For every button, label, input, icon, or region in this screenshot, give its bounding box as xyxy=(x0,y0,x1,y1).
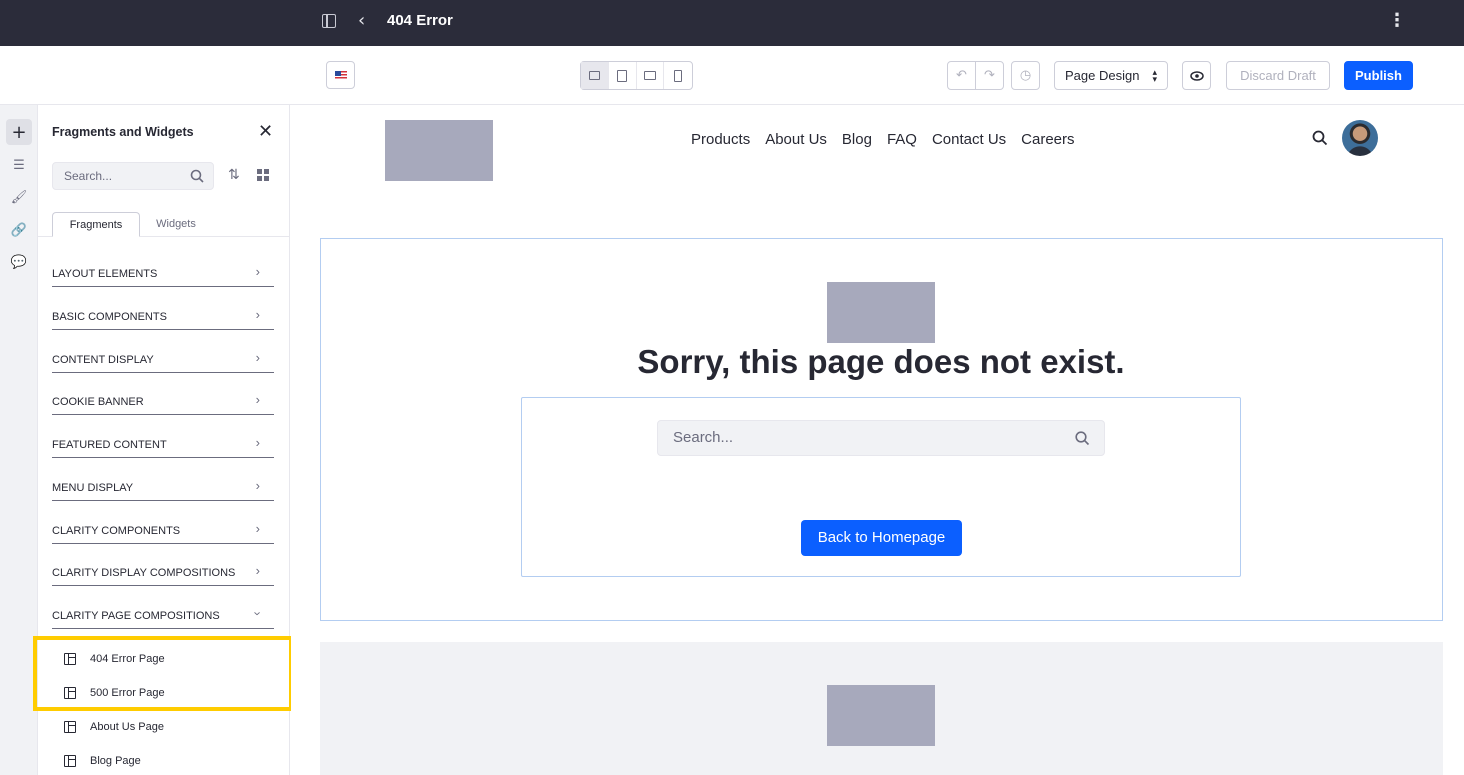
category-content-display[interactable]: CONTENT DISPLAY › xyxy=(52,330,274,373)
category-basic-components[interactable]: BASIC COMPONENTS › xyxy=(52,287,274,330)
sort-icon[interactable]: ⇅ xyxy=(228,167,240,183)
category-clarity-page-compositions[interactable]: CLARITY PAGE COMPOSITIONS › xyxy=(52,586,274,629)
tablet-device-button[interactable] xyxy=(609,62,637,89)
chevron-down-icon: › xyxy=(250,611,266,616)
publish-button[interactable]: Publish xyxy=(1344,61,1413,90)
category-label: FEATURED CONTENT xyxy=(52,439,167,451)
chevron-right-icon: › xyxy=(255,478,260,493)
nav-careers[interactable]: Careers xyxy=(1021,131,1074,148)
page-template-icon xyxy=(64,721,76,733)
comments-icon[interactable]: 💬 xyxy=(6,249,32,275)
page-design-options-icon[interactable]: 🖌 xyxy=(6,184,32,210)
page-template-icon xyxy=(64,755,76,767)
nav-contact-us[interactable]: Contact Us xyxy=(932,131,1006,148)
search-icon[interactable] xyxy=(1075,431,1090,446)
category-clarity-components[interactable]: CLARITY COMPONENTS › xyxy=(52,501,274,544)
page-design-label: Page Design xyxy=(1065,68,1140,83)
more-options-icon[interactable]: ⋮ xyxy=(1388,12,1406,30)
add-fragments-icon[interactable]: + xyxy=(6,119,32,145)
grid-view-icon[interactable] xyxy=(257,169,269,181)
select-caret-icon: ▴ ▾ xyxy=(1152,66,1157,84)
search-icon[interactable] xyxy=(1312,130,1328,146)
error-title: Sorry, this page does not exist. xyxy=(637,343,1125,380)
portrait-phone-icon xyxy=(674,69,683,82)
chevron-right-icon: › xyxy=(255,563,260,578)
redo-button[interactable]: ↷ xyxy=(975,61,1004,90)
category-label: COOKIE BANNER xyxy=(52,396,144,408)
redo-icon: ↷ xyxy=(984,68,995,83)
landscape-device-button[interactable] xyxy=(637,62,665,89)
list-item-label: Blog Page xyxy=(90,755,141,767)
category-label: CLARITY COMPONENTS xyxy=(52,525,181,537)
site-search-input[interactable]: Search... xyxy=(657,420,1105,456)
category-menu-display[interactable]: MENU DISPLAY › xyxy=(52,458,274,501)
panel-tabs: Fragments Widgets xyxy=(38,212,290,237)
undo-icon: ↶ xyxy=(956,68,967,83)
tab-widgets[interactable]: Widgets xyxy=(142,212,210,237)
page-structure-icon[interactable]: ☰ xyxy=(6,152,32,178)
chevron-right-icon: › xyxy=(255,264,260,279)
back-to-homepage-button[interactable]: Back to Homepage xyxy=(801,520,962,556)
chevron-right-icon: › xyxy=(255,521,260,536)
avatar[interactable] xyxy=(1342,120,1378,156)
category-layout-elements[interactable]: LAYOUT ELEMENTS › xyxy=(52,244,274,287)
top-bar: ‹ 404 Error ⋮ xyxy=(0,0,1464,46)
highlight-box xyxy=(33,636,293,711)
nav-faq[interactable]: FAQ xyxy=(887,131,917,148)
nav-about-us[interactable]: About Us xyxy=(765,131,827,148)
desktop-icon xyxy=(588,71,600,80)
history-button[interactable]: ◷ xyxy=(1011,61,1040,90)
back-icon[interactable]: ‹ xyxy=(358,11,365,31)
landscape-phone-icon xyxy=(643,71,656,80)
language-selector[interactable] xyxy=(326,61,355,89)
site-nav: Products About Us Blog FAQ Contact Us Ca… xyxy=(691,131,1075,148)
page-title: 404 Error xyxy=(387,12,453,29)
chevron-right-icon: › xyxy=(255,392,260,407)
footer-image xyxy=(827,685,935,746)
mapping-icon[interactable]: 🔗 xyxy=(6,217,32,243)
discard-draft-button[interactable]: Discard Draft xyxy=(1226,61,1330,90)
category-label: CLARITY PAGE COMPOSITIONS xyxy=(52,610,220,622)
category-label: BASIC COMPONENTS xyxy=(52,311,167,323)
chevron-right-icon: › xyxy=(255,435,260,450)
chevron-right-icon: › xyxy=(255,307,260,322)
us-flag-icon xyxy=(335,71,347,80)
eye-icon xyxy=(1189,70,1204,81)
category-label: CLARITY DISPLAY COMPOSITIONS xyxy=(52,567,236,579)
desktop-device-button[interactable] xyxy=(581,62,609,89)
page-canvas: Products About Us Blog FAQ Contact Us Ca… xyxy=(291,105,1464,775)
nav-products[interactable]: Products xyxy=(691,131,750,148)
category-label: CONTENT DISPLAY xyxy=(52,354,154,366)
category-clarity-display-compositions[interactable]: CLARITY DISPLAY COMPOSITIONS › xyxy=(52,543,274,586)
history-icon: ◷ xyxy=(1019,68,1032,83)
portrait-device-button[interactable] xyxy=(664,62,692,89)
sidebar-toggle-icon[interactable] xyxy=(322,14,336,28)
list-item[interactable]: Blog Page xyxy=(64,751,141,771)
search-icon[interactable] xyxy=(190,169,204,183)
site-logo[interactable] xyxy=(385,120,493,181)
preview-button[interactable] xyxy=(1182,61,1211,90)
device-preview-group xyxy=(580,61,693,90)
editor-toolbar: ↶ ↷ ◷ Page Design ▴ ▾ Discard Draft Publi… xyxy=(0,46,1464,105)
tablet-icon xyxy=(617,69,628,82)
category-featured-content[interactable]: FEATURED CONTENT › xyxy=(52,415,274,458)
list-item[interactable]: About Us Page xyxy=(64,717,164,737)
close-icon[interactable]: ✕ xyxy=(258,121,273,142)
page-design-select[interactable]: Page Design ▴ ▾ xyxy=(1054,61,1168,90)
tab-fragments[interactable]: Fragments xyxy=(52,212,140,237)
category-cookie-banner[interactable]: COOKIE BANNER › xyxy=(52,372,274,415)
nav-blog[interactable]: Blog xyxy=(842,131,872,148)
panel-title: Fragments and Widgets xyxy=(52,125,194,139)
category-label: MENU DISPLAY xyxy=(52,482,134,494)
category-label: LAYOUT ELEMENTS xyxy=(52,268,158,280)
undo-button[interactable]: ↶ xyxy=(947,61,976,90)
error-image xyxy=(827,282,935,343)
list-item-label: About Us Page xyxy=(90,721,164,733)
chevron-right-icon: › xyxy=(255,350,260,365)
